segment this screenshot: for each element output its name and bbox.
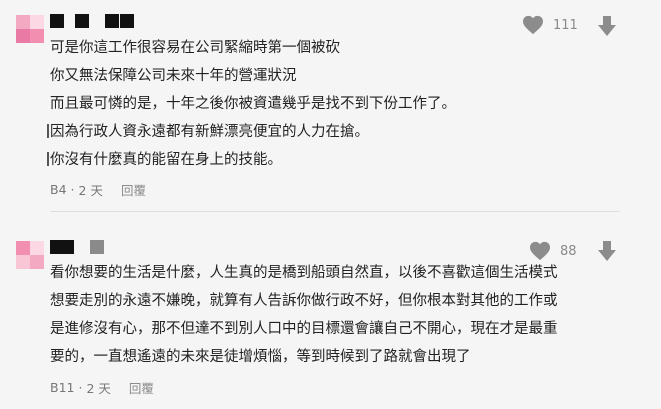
avatar[interactable] xyxy=(16,241,44,269)
thumb-down-arrow-icon[interactable] xyxy=(596,240,618,262)
comment-line: 想要走別的永遠不嫌晚，就算有人告訴你做行政不好，但你根本對其他的工作或 xyxy=(50,293,558,309)
timestamp: 2 天 xyxy=(86,381,111,396)
comment-body: 看你想要的生活是什麼，人生真的是橋到船頭自然直，以後不喜歡這個生活模式 想要走別… xyxy=(50,259,558,371)
comment-line: 要的，一直想遙遠的未來是徒增煩惱，等到時候到了路就會出現了 xyxy=(50,349,471,365)
redacted-username xyxy=(50,240,110,254)
comment-b11: 88 看你想要的生活是什麼，人生真的是橋到船頭自然直，以後不喜歡這個生活模式 想… xyxy=(0,0,661,409)
meta-separator: · xyxy=(78,380,83,395)
comment-line: 是進修沒有心，那不但達不到別人口中的目標還會讓自己不開心，現在才是最重 xyxy=(50,321,558,337)
comment-meta: B11 · 2 天 回覆 xyxy=(50,378,158,397)
floor-number: B11 xyxy=(50,380,75,395)
heart-icon xyxy=(530,241,550,261)
like-button[interactable]: 88 xyxy=(529,241,577,261)
reply-button[interactable]: 回覆 xyxy=(129,378,154,397)
like-count: 88 xyxy=(560,243,577,259)
comment-line: 看你想要的生活是什麼，人生真的是橋到船頭自然直，以後不喜歡這個生活模式 xyxy=(50,265,558,281)
